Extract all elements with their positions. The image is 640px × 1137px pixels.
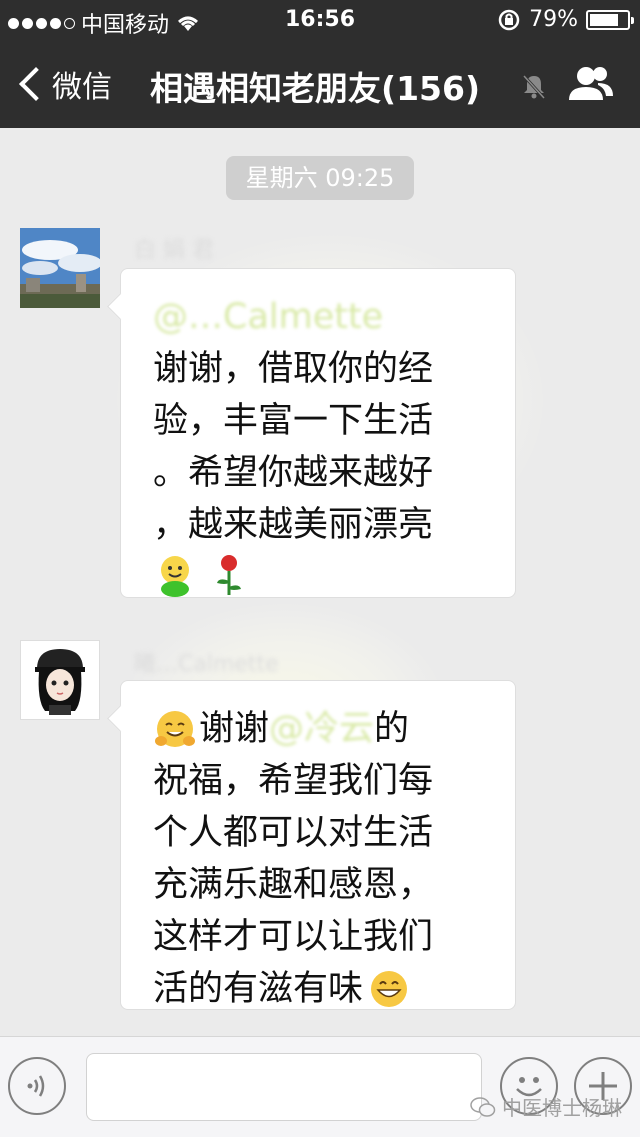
message-bubble[interactable]: 谢谢 @冷云 的 祝福，希望我们每 个人都可以对生活 充满乐趣和感恩， 这样才可以…: [120, 680, 516, 1010]
hug-emoji-icon: [155, 711, 195, 747]
message-text: 谢谢: [199, 709, 270, 749]
message-line: 验，丰富一下生活: [153, 401, 434, 441]
message-text: 活的有滋有味: [153, 969, 364, 1009]
back-label: 微信: [52, 70, 112, 105]
voice-button[interactable]: [8, 1057, 66, 1115]
mention-text: @冷云: [269, 709, 375, 749]
message-bubble[interactable]: @…Calmette 谢谢，借取你的经 验，丰富一下生活 。希望你越来越好 ，越…: [120, 268, 516, 598]
watermark-text: 中医博士杨琳: [502, 1096, 622, 1120]
mention-text: @…Calmette: [153, 297, 384, 337]
watermark: 中医博士杨琳: [470, 1092, 622, 1121]
message-line: ，越来越美丽漂亮: [153, 505, 434, 545]
status-right: 79%: [497, 7, 634, 32]
message-line: 祝福，希望我们每: [153, 761, 434, 801]
status-bar: 中国移动 16:56 79%: [0, 0, 640, 40]
group-members-icon[interactable]: [566, 64, 616, 104]
message-line: 个人都可以对生活: [153, 813, 434, 853]
rotation-lock-icon: [498, 9, 520, 30]
message-line: 这样才可以让我们: [153, 917, 434, 957]
avatar-landscape-image: [20, 228, 100, 308]
sender-name: 白 娟 君: [134, 238, 214, 263]
back-button[interactable]: 微信: [16, 62, 112, 106]
message-line: 充满乐趣和感恩，: [153, 865, 434, 905]
message-input[interactable]: [86, 1053, 482, 1121]
grin-emoji-icon: [371, 971, 408, 1007]
chevron-left-icon: [19, 67, 53, 101]
emoji-row: [153, 553, 487, 597]
message-timestamp: 星期六 09:25: [226, 156, 414, 200]
rose-emoji-icon: [217, 555, 241, 595]
message-line: 。希望你越来越好: [153, 453, 434, 493]
chat-title: 相遇相知老朋友(156): [150, 69, 481, 108]
avatar-cartoon-girl-image: [21, 641, 99, 719]
battery-percent: 79%: [529, 7, 578, 32]
message-first-line: 谢谢 @冷云 的: [153, 703, 487, 755]
smiley-emoji-icon: [161, 556, 189, 597]
sender-name: 曦…Calmette: [134, 652, 279, 677]
message-last-line: 活的有滋有味: [153, 963, 487, 1015]
message-text: 的: [374, 709, 410, 749]
battery-icon: [586, 9, 634, 30]
message-line: 谢谢，借取你的经: [153, 349, 434, 389]
mute-bell-icon: [522, 74, 546, 100]
nav-bar: 微信 相遇相知老朋友(156): [0, 40, 640, 128]
avatar-sender-1[interactable]: [20, 228, 100, 308]
avatar-sender-2[interactable]: [20, 640, 100, 720]
wechat-logo-icon: [470, 1096, 496, 1117]
voice-icon: [27, 1075, 45, 1097]
input-bar: [0, 1036, 640, 1137]
